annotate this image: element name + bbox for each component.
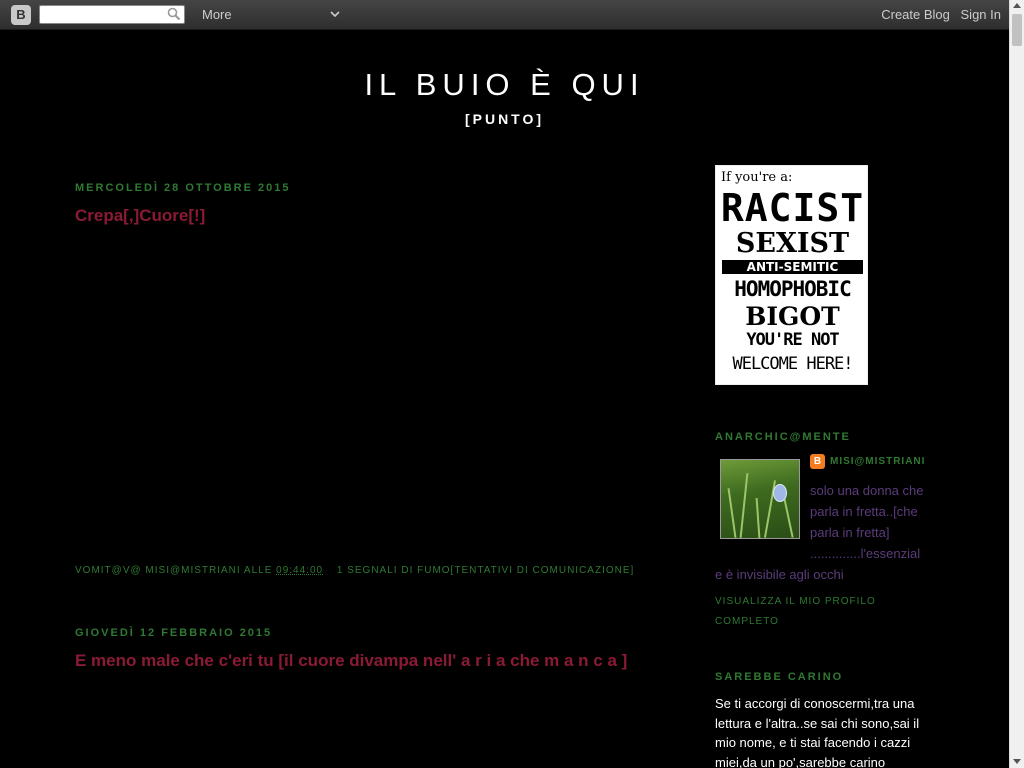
search-icon[interactable] [167, 7, 181, 21]
blog-description: [PUNTO] [464, 111, 545, 127]
post-date: MERCOLEDÌ 28 OTTOBRE 2015 [75, 182, 291, 194]
post-comments-link[interactable]: 1 SEGNALI DI FUMO[TENTATIVI DI COMUNICAZ… [337, 565, 634, 576]
post-date: GIOVEDÌ 12 FEBBRAIO 2015 [75, 627, 273, 639]
scroll-thumb[interactable] [1012, 14, 1022, 46]
create-blog-link[interactable]: Create Blog [881, 7, 950, 22]
post-footer: VOMIT@V@ MISI@MISTRIANI ALLE 09:44:00 1 … [75, 565, 634, 576]
post-title-link[interactable]: E meno male che c'eri tu [il cuore divam… [75, 651, 627, 671]
navbar-right-links: Create Blog Sign In [874, 7, 1001, 22]
text-widget-body: Se ti accorgi di conoscermi,tra una lett… [715, 696, 920, 768]
scroll-up-arrow-icon[interactable] [1013, 3, 1021, 8]
profile-widget-heading: ANARCHIC@MENTE [715, 431, 851, 443]
blogger-navbar: B More Create Blog Sign In [0, 0, 1009, 30]
post-title-link[interactable]: Crepa[,]Cuore[!] [75, 206, 205, 226]
view-full-profile-link[interactable]: VISUALIZZA IL MIO PROFILO COMPLETO [715, 592, 915, 632]
blogger-profile-icon: B [810, 454, 825, 469]
page-scrollbar[interactable] [1009, 0, 1024, 768]
scroll-down-arrow-icon[interactable] [1013, 759, 1021, 764]
search-box [39, 5, 185, 24]
more-menu-button[interactable]: More [202, 7, 232, 22]
flower-graphic [773, 484, 787, 502]
post-timestamp-link[interactable]: 09:44:00 [276, 565, 323, 576]
post-author: VOMIT@V@ MISI@MISTRIANI ALLE [75, 565, 273, 576]
sidebar-poster-image: If you're a: RACIST SEXIST ANTI-SEMITIC … [715, 165, 868, 385]
search-input[interactable] [40, 6, 164, 24]
blogger-logo-icon[interactable]: B [11, 5, 31, 25]
profile-name-link[interactable]: MISI@MISTRIANI [830, 456, 925, 467]
blog-title[interactable]: IL BUIO È QUI [0, 67, 1009, 103]
profile-photo[interactable] [720, 459, 800, 539]
sign-in-link[interactable]: Sign In [961, 7, 1001, 22]
chevron-down-icon[interactable] [329, 8, 341, 20]
text-widget-heading: SAREBBE CARINO [715, 671, 844, 683]
